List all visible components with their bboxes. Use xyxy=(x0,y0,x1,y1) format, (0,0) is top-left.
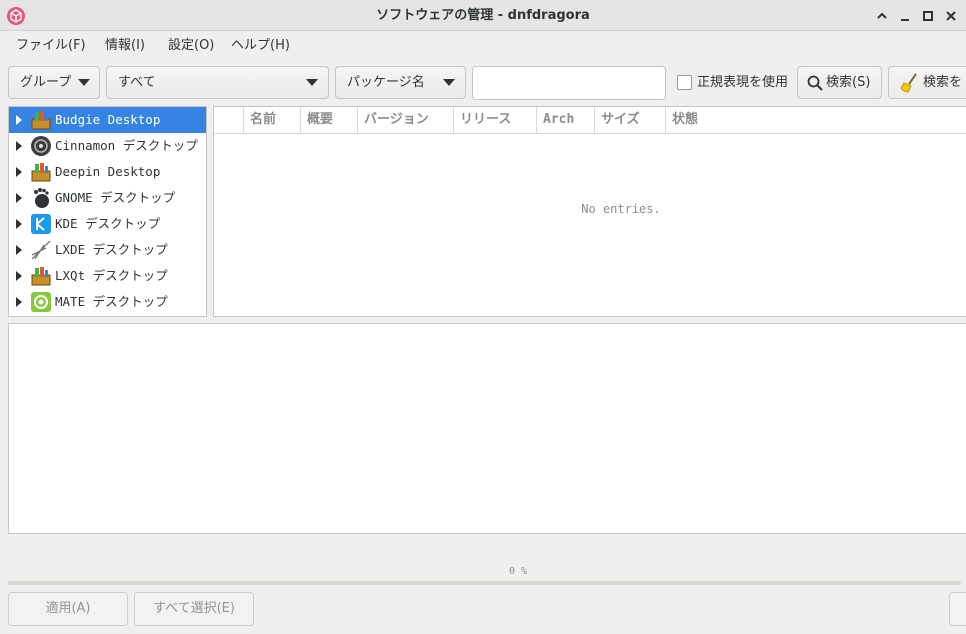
search-icon xyxy=(807,75,823,91)
column-status[interactable]: 状態 xyxy=(665,107,966,133)
package-list[interactable]: 名前 概要 バージョン リリース Arch サイズ 状態 No entries. xyxy=(213,106,966,317)
package-box-icon xyxy=(31,267,51,286)
expander-icon[interactable] xyxy=(16,297,22,307)
group-item-label: GNOME デスクトップ xyxy=(55,190,176,205)
search-field-combo[interactable]: パッケージ名 xyxy=(335,66,466,99)
chevron-up-icon xyxy=(877,12,887,19)
expander-icon[interactable] xyxy=(16,271,22,281)
window-title: ソフトウェアの管理 - dnfdragora xyxy=(376,8,590,23)
maximize-window-button[interactable] xyxy=(918,6,938,26)
dropdown-arrow-icon xyxy=(78,79,90,86)
view-mode-value: グループ xyxy=(20,75,72,90)
column-name[interactable]: 名前 xyxy=(243,107,300,133)
minimize-window-button[interactable] xyxy=(895,6,915,26)
group-item-label: Cinnamon デスクトップ xyxy=(55,138,198,153)
clear-search-button[interactable]: 検索を xyxy=(888,66,966,99)
column-summary[interactable]: 概要 xyxy=(300,107,357,133)
group-item-deepin[interactable]: Deepin Desktop xyxy=(9,159,206,185)
group-item-kde[interactable]: KDE デスクトップ xyxy=(9,211,206,237)
cinnamon-icon xyxy=(31,136,51,156)
group-item-mate[interactable]: MATE デスクトップ xyxy=(9,289,206,315)
menu-info[interactable]: 情報(I) xyxy=(105,34,145,58)
search-field-value: パッケージ名 xyxy=(347,75,425,90)
group-item-label: Budgie Desktop xyxy=(55,112,161,127)
apply-button[interactable]: 適用(A) xyxy=(8,592,128,626)
group-item-label: LXDE デスクトップ xyxy=(55,242,168,257)
search-input[interactable] xyxy=(472,66,666,100)
lxde-icon xyxy=(31,240,51,260)
package-box-icon xyxy=(31,163,51,182)
broom-icon xyxy=(900,73,917,93)
maximize-icon xyxy=(923,11,933,21)
menu-settings[interactable]: 設定(O) xyxy=(168,34,214,58)
package-box-icon xyxy=(31,111,51,130)
expander-icon[interactable] xyxy=(16,245,22,255)
search-button-label: 検索(S) xyxy=(826,75,871,90)
select-all-button[interactable]: すべて選択(E) xyxy=(134,592,254,626)
group-item-cinnamon[interactable]: Cinnamon デスクトップ xyxy=(9,133,206,159)
group-item-label: MATE デスクトップ xyxy=(55,294,168,309)
view-mode-combo[interactable]: グループ xyxy=(8,66,100,99)
gnome-foot-icon xyxy=(34,188,49,208)
progress-text: 0 % xyxy=(508,566,528,577)
column-version[interactable]: バージョン xyxy=(357,107,453,133)
empty-list-message: No entries. xyxy=(581,202,661,216)
group-item-lxde[interactable]: LXDE デスクトップ xyxy=(9,237,206,263)
dropdown-arrow-icon xyxy=(306,79,318,86)
filter-value: すべて xyxy=(118,75,156,90)
regex-checkbox[interactable] xyxy=(677,75,692,90)
collapse-window-button[interactable] xyxy=(872,6,892,26)
group-item-gnome[interactable]: GNOME デスクトップ xyxy=(9,185,206,211)
menu-help[interactable]: ヘルプ(H) xyxy=(231,34,290,58)
close-window-button[interactable] xyxy=(941,6,961,26)
kde-icon xyxy=(31,214,51,234)
quit-button-partial[interactable] xyxy=(949,592,966,626)
group-item-lxqt[interactable]: LXQt デスクトップ xyxy=(9,263,206,289)
mate-icon xyxy=(31,292,51,312)
column-release[interactable]: リリース xyxy=(453,107,536,133)
group-item-budgie[interactable]: Budgie Desktop xyxy=(9,107,206,133)
progress-bar xyxy=(8,581,961,585)
regex-label: 正規表現を使用 xyxy=(697,75,789,90)
package-list-header: 名前 概要 バージョン リリース Arch サイズ 状態 xyxy=(214,107,966,134)
expander-icon[interactable] xyxy=(16,115,22,125)
clear-search-label: 検索を xyxy=(923,75,963,90)
search-button[interactable]: 検索(S) xyxy=(797,66,882,99)
group-tree[interactable]: Budgie Desktop Cinnamon デスクトップ Deepin De… xyxy=(8,106,207,317)
group-item-label: Deepin Desktop xyxy=(55,164,161,179)
expander-icon[interactable] xyxy=(16,167,22,177)
column-checkbox[interactable] xyxy=(214,107,243,133)
dropdown-arrow-icon xyxy=(443,79,455,86)
filter-combo[interactable]: すべて xyxy=(106,66,329,99)
menu-file[interactable]: ファイル(F) xyxy=(16,34,86,58)
expander-icon[interactable] xyxy=(16,193,22,203)
expander-icon[interactable] xyxy=(16,219,22,229)
expander-icon[interactable] xyxy=(16,141,22,151)
column-arch[interactable]: Arch xyxy=(536,107,594,133)
column-size[interactable]: サイズ xyxy=(594,107,665,133)
group-item-label: KDE デスクトップ xyxy=(55,216,161,231)
package-info-pane[interactable] xyxy=(8,323,966,534)
minimize-icon xyxy=(901,19,909,21)
close-icon xyxy=(946,11,956,21)
group-item-label: LXQt デスクトップ xyxy=(55,268,168,283)
